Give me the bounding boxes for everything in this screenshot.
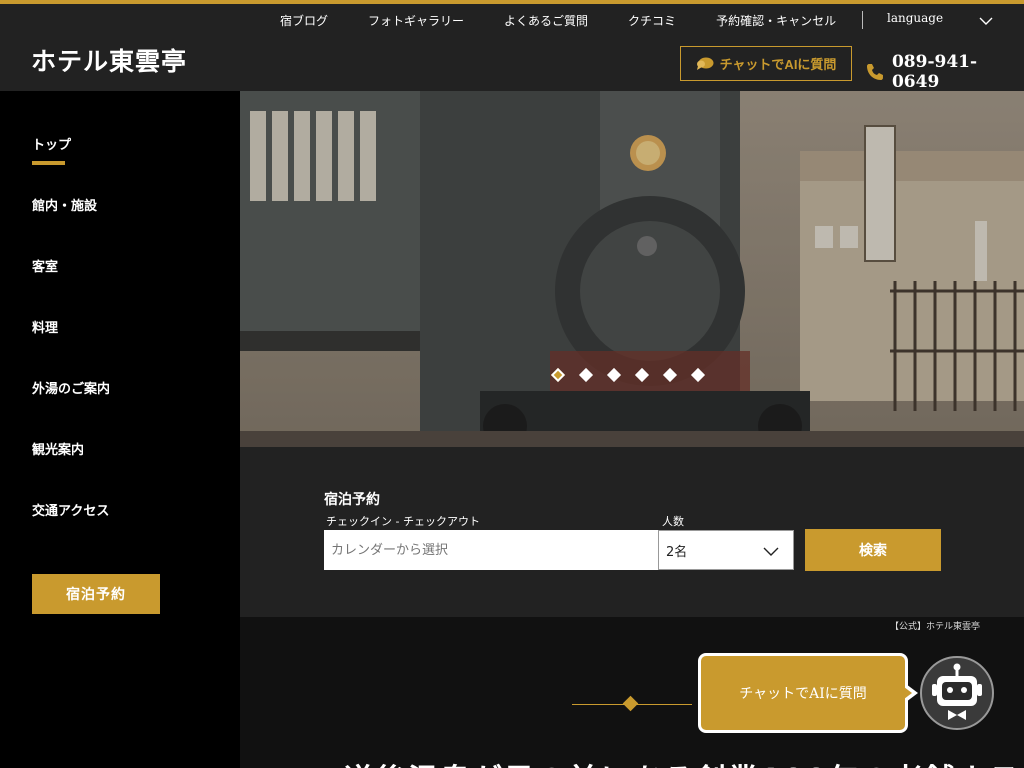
sidebar-item-cuisine[interactable]: 料理 bbox=[32, 317, 58, 336]
sidebar-item-facilities[interactable]: 館内・施設 bbox=[32, 195, 97, 214]
guests-select[interactable]: 2名 bbox=[658, 530, 794, 570]
guests-value: 2名 bbox=[666, 544, 688, 560]
dates-label: チェックイン - チェックアウト bbox=[326, 515, 480, 528]
hero-image bbox=[240, 91, 1024, 447]
chat-bubble-icon bbox=[696, 57, 714, 70]
intro-headline: 道後温泉が目の前にある創業100年の老舗ホテル bbox=[344, 755, 1024, 768]
site-title[interactable]: ホテル東雲亭 bbox=[31, 42, 187, 78]
chevron-down-icon bbox=[763, 547, 779, 556]
chat-bubble-tail-inner bbox=[904, 687, 912, 699]
chat-widget-bubble[interactable]: チャットでAIに質問 bbox=[698, 653, 908, 733]
diamond-icon bbox=[622, 695, 639, 712]
chevron-down-icon[interactable] bbox=[979, 14, 993, 28]
site-credit: 【公式】ホテル東雲亭 bbox=[890, 622, 981, 632]
phone-contact[interactable]: 089-941-0649 bbox=[866, 52, 1024, 92]
sidebar-item-rooms[interactable]: 客室 bbox=[32, 256, 58, 275]
slide-dot-4[interactable] bbox=[634, 367, 650, 383]
active-indicator bbox=[32, 161, 65, 165]
slide-dot-6[interactable] bbox=[690, 367, 706, 383]
sidebar-item-public-baths[interactable]: 外湯のご案内 bbox=[32, 378, 110, 397]
nav-reservation-check[interactable]: 予約確認・キャンセル bbox=[716, 12, 836, 29]
slide-indicators bbox=[550, 367, 706, 383]
slide-dot-1[interactable] bbox=[550, 367, 566, 383]
hero-slideshow bbox=[240, 91, 1024, 447]
language-selector[interactable]: language bbox=[887, 11, 943, 25]
slide-dot-3[interactable] bbox=[606, 367, 622, 383]
sidebar-item-access[interactable]: 交通アクセス bbox=[32, 500, 109, 519]
nav-photo-gallery[interactable]: フォトギャラリー bbox=[368, 12, 464, 29]
top-nav: 宿ブログ フォトギャラリー よくあるご質問 クチコミ 予約確認・キャンセル bbox=[280, 10, 864, 30]
guests-label: 人数 bbox=[662, 515, 684, 528]
phone-number: 089-941-0649 bbox=[891, 52, 978, 92]
ai-chat-button[interactable]: チャットでAIに質問 bbox=[680, 46, 852, 81]
sidebar-book-button[interactable]: 宿泊予約 bbox=[32, 574, 160, 614]
sidebar-nav: トップ 館内・施設 客室 料理 外湯のご案内 観光案内 交通アクセス 宿泊予約 bbox=[0, 91, 240, 768]
sidebar-item-sightseeing[interactable]: 観光案内 bbox=[32, 439, 84, 458]
search-button[interactable]: 検索 bbox=[805, 529, 941, 571]
nav-blog[interactable]: 宿ブログ bbox=[280, 12, 328, 29]
robot-icon bbox=[932, 663, 982, 720]
phone-icon bbox=[866, 64, 883, 80]
booking-panel: 宿泊予約 チェックイン - チェックアウト 人数 2名 検索 bbox=[240, 447, 1024, 617]
slide-dot-2[interactable] bbox=[578, 367, 594, 383]
nav-faq[interactable]: よくあるご質問 bbox=[504, 12, 588, 29]
ai-chat-button-label: チャットでAIに質問 bbox=[719, 57, 837, 72]
nav-reviews[interactable]: クチコミ bbox=[628, 12, 676, 29]
chatbot-avatar[interactable] bbox=[920, 656, 994, 730]
slide-dot-5[interactable] bbox=[662, 367, 678, 383]
booking-title: 宿泊予約 bbox=[324, 492, 380, 508]
date-range-input[interactable] bbox=[324, 530, 659, 570]
site-header: ホテル東雲亭 宿ブログ フォトギャラリー よくあるご質問 クチコミ 予約確認・キ… bbox=[0, 4, 1024, 92]
sidebar-item-top[interactable]: トップ bbox=[32, 134, 71, 153]
nav-divider bbox=[862, 11, 864, 29]
